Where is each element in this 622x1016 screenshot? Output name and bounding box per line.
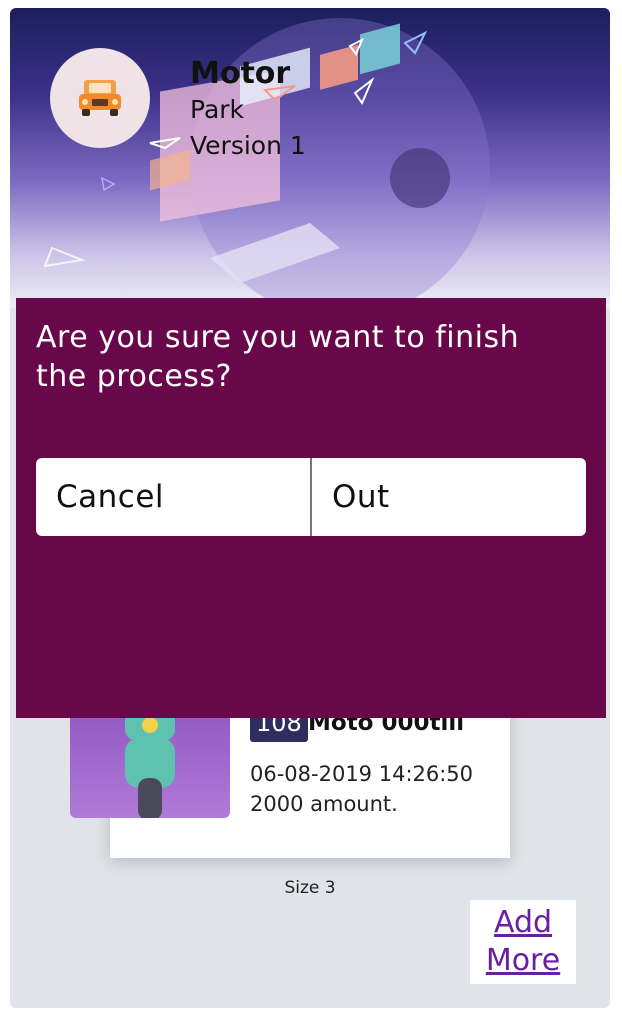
app-name: Motor	[190, 56, 291, 91]
header-banner: Motor Park Version 1	[10, 8, 610, 308]
list-size-label: Size 3	[284, 878, 336, 898]
app-subtitle: Park	[190, 95, 245, 124]
app-frame: Motor Park Version 1 108 Moto 000till 06…	[10, 8, 610, 1008]
confirm-dialog: Are you sure you want to finish the proc…	[16, 298, 606, 718]
entry-amount: 2000 amount.	[250, 792, 398, 816]
cancel-button[interactable]: Cancel	[36, 458, 310, 536]
app-title-block: Motor Park Version 1	[190, 56, 306, 164]
app-logo	[50, 48, 150, 148]
dialog-button-group: Cancel Out	[36, 458, 586, 536]
car-icon	[79, 80, 121, 116]
add-more-link[interactable]: Add More	[470, 900, 576, 984]
add-more-line1: Add	[493, 905, 553, 940]
entry-datetime: 06-08-2019 14:26:50	[250, 762, 474, 786]
add-more-line2: More	[485, 943, 561, 978]
dialog-message: Are you sure you want to finish the proc…	[36, 320, 520, 394]
app-version: Version 1	[190, 131, 306, 160]
out-button[interactable]: Out	[312, 458, 586, 536]
